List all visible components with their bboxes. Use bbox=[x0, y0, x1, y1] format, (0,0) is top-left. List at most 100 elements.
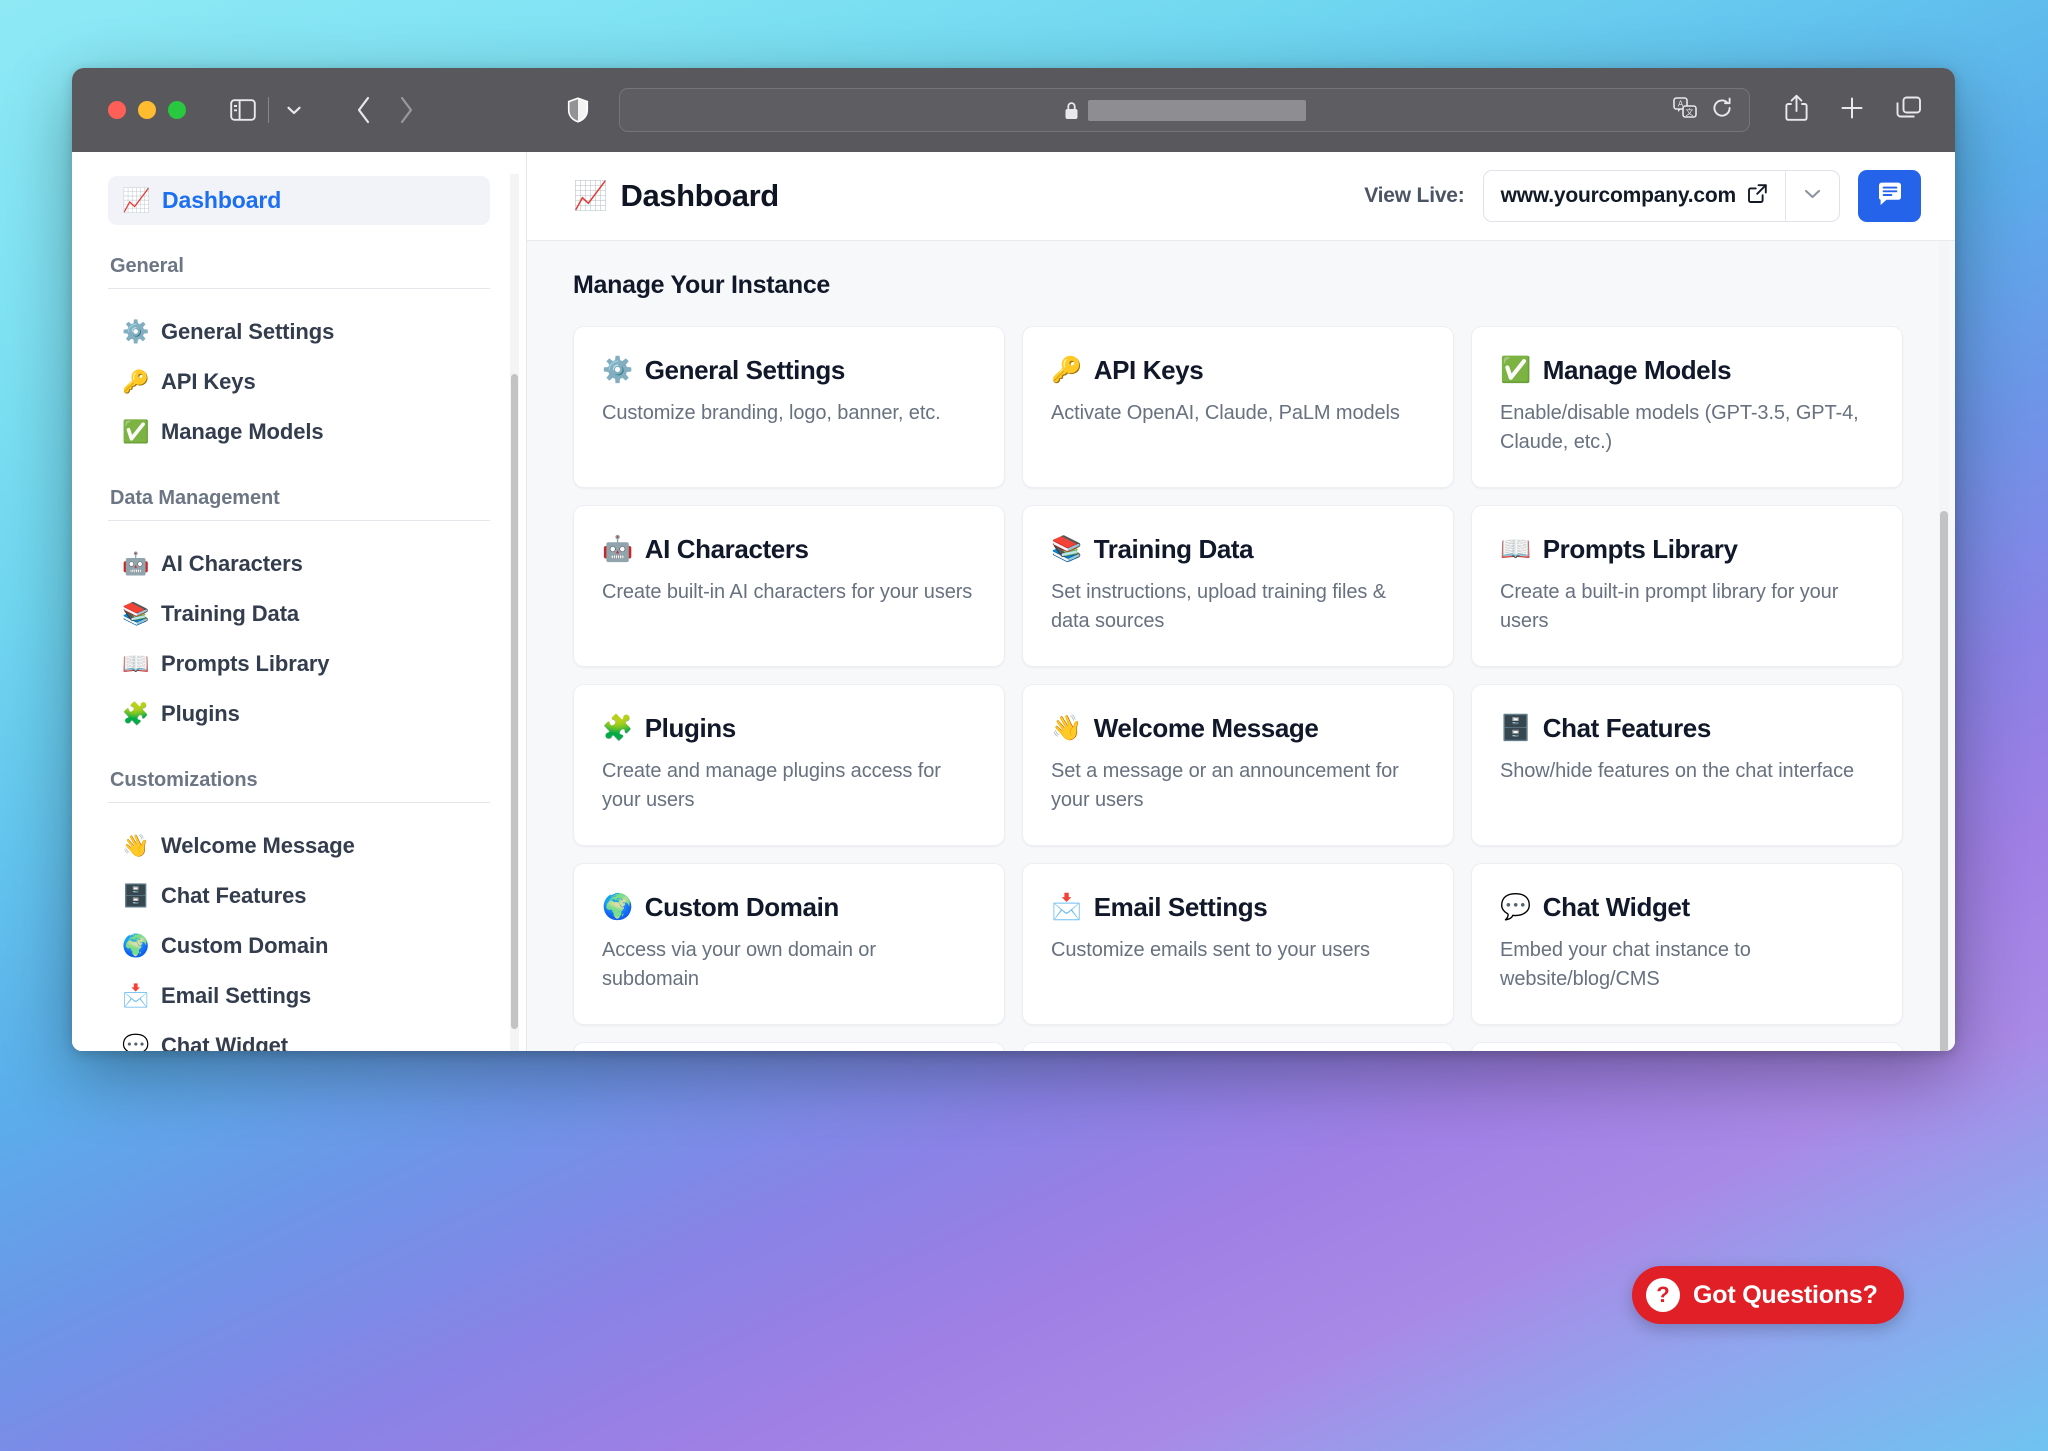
address-bar[interactable]: A 文 bbox=[619, 88, 1750, 132]
traffic-lights bbox=[108, 101, 186, 119]
card-description: Set a message or an announcement for you… bbox=[1051, 760, 1399, 811]
sidebar-item-label: Chat Features bbox=[161, 883, 307, 908]
chat-bubble-icon bbox=[1876, 181, 1904, 212]
sidebar-item-api-keys[interactable]: 🔑 API Keys bbox=[108, 357, 490, 407]
forward-button[interactable] bbox=[385, 89, 427, 131]
speech-balloon-icon: 💬 bbox=[122, 1033, 150, 1052]
card-title: 📩 Email Settings bbox=[1051, 892, 1425, 923]
card-chat-features[interactable]: 🗄️ Chat Features Show/hide features on t… bbox=[1471, 684, 1903, 846]
settings-card-grid: ⚙️ General Settings Customize branding, … bbox=[573, 326, 1903, 1051]
sidebar-item-plugins[interactable]: 🧩 Plugins bbox=[108, 689, 490, 739]
sidebar-toggle-group[interactable] bbox=[222, 89, 315, 131]
live-url-button[interactable]: www.yourcompany.com bbox=[1484, 171, 1785, 221]
chart-increasing-icon: 📈 bbox=[122, 187, 151, 213]
card-custom-domain[interactable]: 🌍 Custom Domain Access via your own doma… bbox=[573, 863, 1005, 1025]
sidebar-item-welcome-message[interactable]: 👋 Welcome Message bbox=[108, 821, 490, 871]
sidebar-item-label: Custom Domain bbox=[161, 933, 329, 958]
card-training-data[interactable]: 📚 Training Data Set instructions, upload… bbox=[1022, 505, 1454, 667]
envelope-icon: 📩 bbox=[122, 983, 150, 1008]
external-link-icon bbox=[1747, 183, 1768, 210]
sidebar-item-label: General Settings bbox=[161, 319, 335, 344]
sidebar-item-label: API Keys bbox=[161, 369, 256, 394]
page-body: 📈 Dashboard General ⚙️ General Settings … bbox=[72, 152, 1955, 1051]
card-title-text: Chat Widget bbox=[1542, 892, 1690, 922]
card-api-integration[interactable]: 🔐 API Integration Generate your API Keys… bbox=[1471, 1042, 1903, 1051]
card-general-settings[interactable]: ⚙️ General Settings Customize branding, … bbox=[573, 326, 1005, 488]
svg-text:文: 文 bbox=[1686, 106, 1694, 116]
header-actions: View Live: www.yourcompany.com bbox=[1364, 170, 1921, 222]
puzzle-piece-icon: 🧩 bbox=[122, 701, 150, 726]
content-scrollbar-thumb[interactable] bbox=[1940, 511, 1948, 1051]
chevron-down-icon[interactable] bbox=[273, 89, 315, 131]
card-title-text: Email Settings bbox=[1093, 892, 1268, 922]
content-scrollbar[interactable] bbox=[1939, 241, 1949, 1051]
sidebar-item-dashboard[interactable]: 📈 Dashboard bbox=[108, 176, 490, 225]
support-badge[interactable]: ? Got Questions? bbox=[1632, 1266, 1904, 1324]
puzzle-piece-icon: 🧩 bbox=[602, 714, 633, 742]
sidebar-section-customizations-title: Customizations bbox=[108, 769, 490, 803]
privacy-shield-icon[interactable] bbox=[557, 89, 599, 131]
sidebar-item-chat-features[interactable]: 🗄️ Chat Features bbox=[108, 871, 490, 921]
card-plugins[interactable]: 🧩 Plugins Create and manage plugins acce… bbox=[573, 684, 1005, 846]
question-mark-icon: ? bbox=[1646, 1278, 1680, 1312]
card-description: Create a built-in prompt library for you… bbox=[1500, 581, 1839, 632]
card-welcome-message[interactable]: 👋 Welcome Message Set a message or an an… bbox=[1022, 684, 1454, 846]
open-chat-button[interactable] bbox=[1858, 170, 1921, 222]
card-title-text: AI Characters bbox=[644, 534, 809, 564]
waving-hand-icon: 👋 bbox=[122, 833, 150, 858]
sidebar-scrollbar[interactable] bbox=[510, 174, 519, 1051]
sidebar-item-custom-domain[interactable]: 🌍 Custom Domain bbox=[108, 921, 490, 971]
globe-icon: 🌍 bbox=[122, 933, 150, 958]
sidebar-item-general-settings[interactable]: ⚙️ General Settings bbox=[108, 307, 490, 357]
reload-icon[interactable] bbox=[1711, 97, 1733, 124]
sidebar-item-label: Manage Models bbox=[161, 419, 324, 444]
card-title: 🤖 AI Characters bbox=[602, 534, 976, 565]
sidebar-item-label: Email Settings bbox=[161, 983, 312, 1008]
sidebar-item-manage-models[interactable]: ✅ Manage Models bbox=[108, 407, 490, 457]
card-prompts-library[interactable]: 📖 Prompts Library Create a built-in prom… bbox=[1471, 505, 1903, 667]
card-title: ⚙️ General Settings bbox=[602, 355, 976, 386]
translate-icon[interactable]: A 文 bbox=[1673, 96, 1697, 124]
content-header: 📈 Dashboard View Live: www.yourcompany.c… bbox=[527, 152, 1955, 241]
card-title: ✅ Manage Models bbox=[1500, 355, 1874, 386]
live-url-text: www.yourcompany.com bbox=[1500, 184, 1737, 207]
sidebar-item-label: Plugins bbox=[161, 701, 240, 726]
card-api-keys[interactable]: 🔑 API Keys Activate OpenAI, Claude, PaLM… bbox=[1022, 326, 1454, 488]
card-custom-code[interactable]: 🔗 Custom Code Add your HTML/CSS/JavaScri… bbox=[1022, 1042, 1454, 1051]
sidebar-item-chat-widget[interactable]: 💬 Chat Widget bbox=[108, 1021, 490, 1051]
back-button[interactable] bbox=[343, 89, 385, 131]
card-ai-characters[interactable]: 🤖 AI Characters Create built-in AI chara… bbox=[573, 505, 1005, 667]
card-description: Activate OpenAI, Claude, PaLM models bbox=[1051, 402, 1400, 424]
card-manage-models[interactable]: ✅ Manage Models Enable/disable models (G… bbox=[1471, 326, 1903, 488]
live-url-dropdown-button[interactable] bbox=[1785, 171, 1839, 221]
sidebar-item-training-data[interactable]: 📚 Training Data bbox=[108, 589, 490, 639]
support-badge-label: Got Questions? bbox=[1693, 1280, 1878, 1309]
close-window-button[interactable] bbox=[108, 101, 126, 119]
check-mark-icon: ✅ bbox=[122, 419, 150, 444]
minimize-window-button[interactable] bbox=[138, 101, 156, 119]
waving-hand-icon: 👋 bbox=[1051, 714, 1082, 742]
sidebar-item-ai-characters[interactable]: 🤖 AI Characters bbox=[108, 539, 490, 589]
plus-icon[interactable] bbox=[1839, 95, 1865, 126]
toolbar-divider bbox=[268, 97, 269, 123]
file-cabinet-icon: 🗄️ bbox=[1500, 714, 1531, 742]
check-mark-icon: ✅ bbox=[1500, 356, 1531, 384]
address-bar-actions: A 文 bbox=[1673, 96, 1733, 124]
share-icon[interactable] bbox=[1784, 94, 1809, 127]
card-email-settings[interactable]: 📩 Email Settings Customize emails sent t… bbox=[1022, 863, 1454, 1025]
toolbar-right-actions bbox=[1784, 94, 1923, 127]
tab-overview-icon[interactable] bbox=[1895, 95, 1923, 126]
card-chat-theme[interactable]: 🪄 Chat Theme Customize UI appeareance & … bbox=[573, 1042, 1005, 1051]
sidebar-icon[interactable] bbox=[222, 89, 264, 131]
chart-increasing-icon: 📈 bbox=[573, 180, 608, 211]
maximize-window-button[interactable] bbox=[168, 101, 186, 119]
page-title-text: Dashboard bbox=[620, 178, 779, 213]
sidebar-item-label: AI Characters bbox=[161, 551, 303, 576]
card-chat-widget[interactable]: 💬 Chat Widget Embed your chat instance t… bbox=[1471, 863, 1903, 1025]
card-title-text: Plugins bbox=[644, 713, 737, 743]
sidebar-item-prompts-library[interactable]: 📖 Prompts Library bbox=[108, 639, 490, 689]
sidebar-item-email-settings[interactable]: 📩 Email Settings bbox=[108, 971, 490, 1021]
card-title-text: Welcome Message bbox=[1093, 713, 1319, 743]
sidebar-scrollbar-thumb[interactable] bbox=[511, 374, 518, 1029]
sidebar-section-data-management-title: Data Management bbox=[108, 487, 490, 521]
